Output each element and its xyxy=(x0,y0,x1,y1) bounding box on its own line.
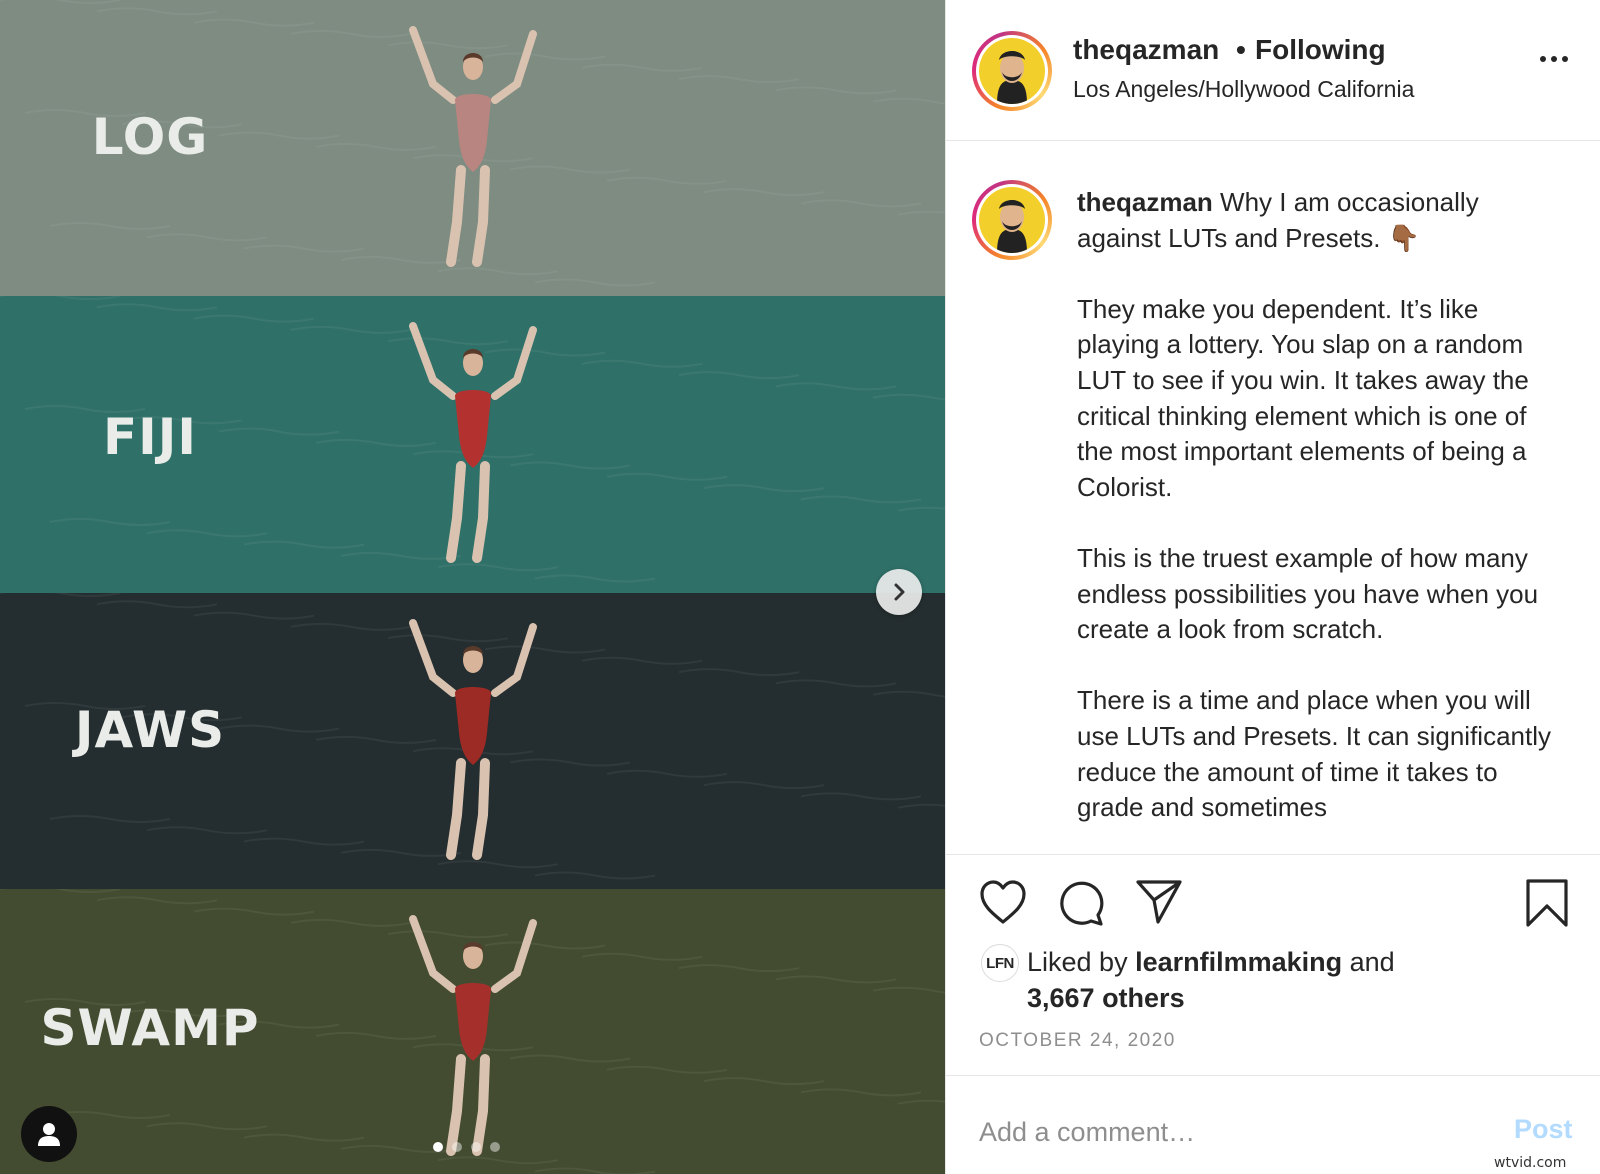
add-comment-input[interactable] xyxy=(979,1112,1459,1152)
more-options-button[interactable] xyxy=(1540,56,1568,62)
bookmark-icon[interactable] xyxy=(1524,878,1570,928)
following-button[interactable]: Following xyxy=(1255,34,1386,66)
heart-icon[interactable] xyxy=(978,878,1028,926)
liker-username[interactable]: learnfilmmaking xyxy=(1135,947,1342,977)
caption-paragraph: There is a time and place when you will … xyxy=(1077,685,1552,823)
comments-area[interactable]: theqazman Why I am occasionally against … xyxy=(946,141,1600,854)
post-media[interactable]: LOG FIJI JAWS SWAMP xyxy=(0,0,945,1174)
swimmer-figure xyxy=(409,26,537,267)
swimmer-figure xyxy=(409,322,537,563)
grade-label: JAWS xyxy=(74,701,226,759)
swimmer-figure xyxy=(409,619,537,860)
comment-icon[interactable] xyxy=(1056,878,1106,926)
watermark: wtvid.com xyxy=(1494,1155,1567,1171)
carousel-dot[interactable] xyxy=(452,1142,462,1152)
carousel-dot[interactable] xyxy=(490,1142,500,1152)
likes-count[interactable]: 3,667 others xyxy=(1027,983,1185,1013)
chevron-right-icon xyxy=(894,583,905,601)
paper-plane-icon[interactable] xyxy=(1134,878,1184,926)
divider xyxy=(946,1075,1600,1076)
action-bar xyxy=(946,878,1600,928)
user-icon xyxy=(38,1123,60,1146)
swimmer-figure xyxy=(409,915,537,1156)
grade-band-fiji: FIJI xyxy=(0,296,945,593)
caption-username[interactable]: theqazman xyxy=(1077,187,1213,217)
author-avatar[interactable] xyxy=(972,31,1052,111)
tagged-users-button[interactable] xyxy=(21,1106,77,1162)
post-sidebar: theqazman • Following Los Angeles/Hollyw… xyxy=(945,0,1600,1174)
carousel-dot[interactable] xyxy=(471,1142,481,1152)
more-horizontal-icon xyxy=(1540,56,1546,62)
grade-band-log: LOG xyxy=(0,0,945,296)
carousel-dot[interactable] xyxy=(433,1142,443,1152)
next-slide-button[interactable] xyxy=(876,569,922,615)
caption-avatar[interactable] xyxy=(972,180,1052,260)
caption-paragraph: This is the truest example of how many e… xyxy=(1077,542,1539,645)
grade-band-jaws: JAWS xyxy=(0,593,945,889)
likes-middle: and xyxy=(1342,947,1395,977)
grade-label: FIJI xyxy=(103,408,197,466)
liker-avatar[interactable]: LFN xyxy=(981,944,1019,982)
post-location[interactable]: Los Angeles/Hollywood California xyxy=(1073,76,1414,103)
likes-prefix: Liked by xyxy=(1027,947,1136,977)
grade-label: SWAMP xyxy=(40,999,260,1057)
separator-dot: • xyxy=(1236,34,1246,65)
grade-band-swamp: SWAMP xyxy=(0,889,945,1174)
carousel-indicator xyxy=(433,1142,500,1152)
caption-paragraph: They make you dependent. It’s like playi… xyxy=(1077,293,1529,502)
divider xyxy=(946,854,1600,855)
post-date[interactable]: OCTOBER 24, 2020 xyxy=(979,1030,1176,1052)
grade-label: LOG xyxy=(91,108,209,166)
post-comment-button[interactable]: Post xyxy=(1514,1114,1573,1145)
likes-summary[interactable]: Liked by learnfilmmaking and 3,667 others xyxy=(1027,944,1547,1016)
post-caption: theqazman Why I am occasionally against … xyxy=(1077,185,1557,854)
author-username[interactable]: theqazman xyxy=(1073,34,1219,66)
